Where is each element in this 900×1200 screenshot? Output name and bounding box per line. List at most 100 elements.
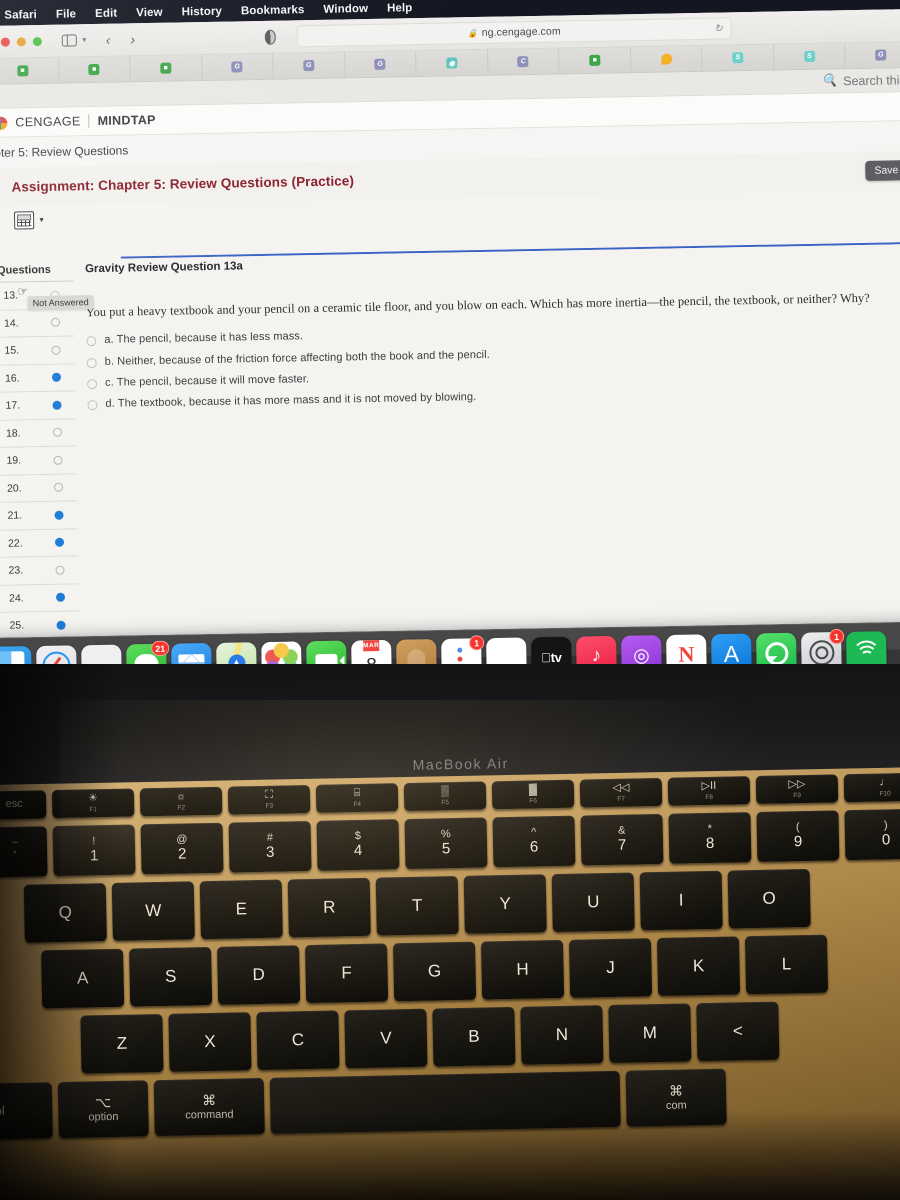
key-f7[interactable]: ◁◁ F7 bbox=[579, 777, 663, 808]
key-esc[interactable]: esc bbox=[0, 790, 47, 820]
key-u[interactable]: U bbox=[551, 872, 635, 933]
key-o[interactable]: O bbox=[727, 868, 811, 929]
key-e[interactable]: E bbox=[199, 879, 283, 940]
radio-button-c[interactable] bbox=[87, 378, 98, 389]
key-command-right[interactable]: ⌘ com bbox=[625, 1068, 727, 1127]
question-list-item-18[interactable]: 18. bbox=[0, 418, 77, 448]
browser-tab[interactable]: G bbox=[273, 51, 346, 80]
key-z[interactable]: Z bbox=[80, 1013, 164, 1074]
browser-tab[interactable]: S bbox=[702, 44, 775, 72]
key-k[interactable]: K bbox=[656, 936, 741, 997]
key-q[interactable]: Q bbox=[23, 883, 107, 943]
radio-button-b[interactable] bbox=[86, 357, 97, 368]
key-b[interactable]: B bbox=[432, 1006, 516, 1067]
key-a[interactable]: A bbox=[41, 948, 125, 1009]
menu-window[interactable]: Window bbox=[323, 3, 368, 16]
menu-history[interactable]: History bbox=[182, 6, 223, 19]
menu-help[interactable]: Help bbox=[387, 2, 413, 14]
key-comma[interactable]: < bbox=[696, 1001, 780, 1062]
menu-view[interactable]: View bbox=[136, 7, 163, 19]
key-control[interactable]: rol bbox=[0, 1082, 53, 1140]
menu-bookmarks[interactable]: Bookmarks bbox=[241, 4, 305, 17]
maximize-window-icon[interactable] bbox=[32, 36, 42, 46]
key-9[interactable]: (9 bbox=[756, 810, 840, 863]
question-list-item-13[interactable]: ☞ 13. Not Answered bbox=[0, 281, 94, 311]
reload-icon[interactable]: ↻ bbox=[714, 23, 723, 34]
radio-button-d[interactable] bbox=[87, 399, 98, 411]
save-button[interactable]: Save bbox=[865, 160, 900, 181]
menu-edit[interactable]: Edit bbox=[95, 8, 117, 20]
key-0[interactable]: ) 0 bbox=[844, 808, 900, 861]
browser-tab[interactable]: ■ bbox=[58, 55, 131, 84]
browser-tab[interactable]: G bbox=[201, 53, 274, 81]
browser-tab[interactable]: G bbox=[344, 50, 417, 78]
question-list-item-20[interactable]: 20. bbox=[0, 473, 78, 503]
address-bar[interactable]: 🔒 ng.cengage.com ↻ bbox=[296, 17, 732, 48]
key-f4[interactable]: ⌸ F4 bbox=[315, 783, 399, 813]
key-5[interactable]: % 5 bbox=[404, 817, 488, 870]
question-list-item-15[interactable]: 15. bbox=[0, 336, 75, 366]
key-d[interactable]: D bbox=[217, 945, 301, 1005]
key-f1[interactable]: ☀ F1 bbox=[51, 788, 135, 819]
key-h[interactable]: H bbox=[480, 939, 565, 1000]
question-list-item-14[interactable]: 14. bbox=[0, 308, 75, 338]
browser-tab[interactable]: C bbox=[487, 48, 560, 76]
key-f2[interactable]: ☼ F2 bbox=[139, 786, 223, 817]
key-s[interactable]: S bbox=[129, 946, 213, 1007]
key-m[interactable]: M bbox=[608, 1003, 692, 1064]
key-8[interactable]: * 8 bbox=[668, 812, 752, 864]
key-2[interactable]: @2 bbox=[140, 822, 224, 875]
key-f10[interactable]: ♩ F10 bbox=[843, 772, 900, 803]
key-i[interactable]: I bbox=[639, 870, 723, 931]
key-x[interactable]: X bbox=[168, 1012, 252, 1072]
browser-tab[interactable]: ◉ bbox=[416, 49, 489, 77]
key-f[interactable]: F bbox=[305, 943, 389, 1004]
question-list-item-22[interactable]: 22. bbox=[0, 528, 79, 558]
key-t[interactable]: T bbox=[375, 876, 459, 936]
page-search-hint[interactable]: 🔍 Search this bbox=[821, 72, 900, 89]
key-w[interactable]: W bbox=[111, 881, 195, 941]
question-list-item-21[interactable]: 21. bbox=[0, 501, 78, 531]
key-4[interactable]: $4 bbox=[316, 819, 400, 871]
key-space[interactable] bbox=[269, 1070, 621, 1134]
key-j[interactable]: J bbox=[568, 938, 653, 998]
key-backtick[interactable]: ~ ` bbox=[0, 826, 48, 878]
menu-safari[interactable]: Safari bbox=[4, 9, 37, 22]
browser-tab[interactable]: G bbox=[845, 41, 900, 69]
key-3[interactable]: #3 bbox=[228, 820, 312, 873]
key-f8[interactable]: ▷II F8 bbox=[667, 776, 751, 806]
minimize-window-icon[interactable] bbox=[16, 36, 26, 46]
chevron-down-icon[interactable]: ▼ bbox=[38, 216, 45, 223]
key-v[interactable]: V bbox=[344, 1008, 428, 1069]
menu-file[interactable]: File bbox=[56, 8, 76, 20]
key-c[interactable]: C bbox=[256, 1010, 340, 1071]
key-7[interactable]: & 7 bbox=[580, 813, 664, 866]
browser-tab[interactable]: ■ bbox=[130, 54, 203, 82]
privacy-mask-icon[interactable] bbox=[264, 29, 276, 45]
question-list-item-16[interactable]: 16. bbox=[0, 363, 76, 393]
browser-tab[interactable]: ■ bbox=[559, 46, 632, 74]
question-list-item-24[interactable]: 24. bbox=[0, 583, 80, 613]
browser-tab[interactable]: ■ bbox=[0, 57, 60, 85]
close-window-icon[interactable] bbox=[0, 37, 10, 47]
question-list-item-23[interactable]: 23. bbox=[0, 556, 79, 586]
radio-button-a[interactable] bbox=[86, 336, 97, 347]
browser-tab[interactable] bbox=[630, 45, 703, 73]
key-option[interactable]: ⌥ option bbox=[57, 1080, 149, 1139]
key-command-left[interactable]: ⌘ command bbox=[153, 1077, 265, 1137]
key-f3[interactable]: ⛶ F3 bbox=[227, 784, 311, 815]
key-6[interactable]: ^ 6 bbox=[492, 815, 576, 868]
question-list-item-19[interactable]: 19. bbox=[0, 446, 77, 476]
forward-arrow-icon[interactable]: › bbox=[130, 31, 135, 47]
browser-tab[interactable]: S bbox=[773, 42, 846, 71]
key-l[interactable]: L bbox=[744, 934, 829, 995]
key-f5[interactable]: ▒ F5 bbox=[403, 781, 487, 812]
sidebar-toggle-button[interactable]: ▼ bbox=[61, 34, 88, 47]
key-1[interactable]: ! 1 bbox=[52, 824, 136, 877]
key-n[interactable]: N bbox=[520, 1005, 604, 1065]
back-arrow-icon[interactable]: ‹ bbox=[106, 32, 111, 48]
key-g[interactable]: G bbox=[393, 941, 477, 1002]
key-f9[interactable]: ▷▷ F9 bbox=[755, 774, 839, 805]
key-f6[interactable]: ▓ F6 bbox=[491, 779, 575, 810]
key-r[interactable]: R bbox=[287, 877, 371, 938]
